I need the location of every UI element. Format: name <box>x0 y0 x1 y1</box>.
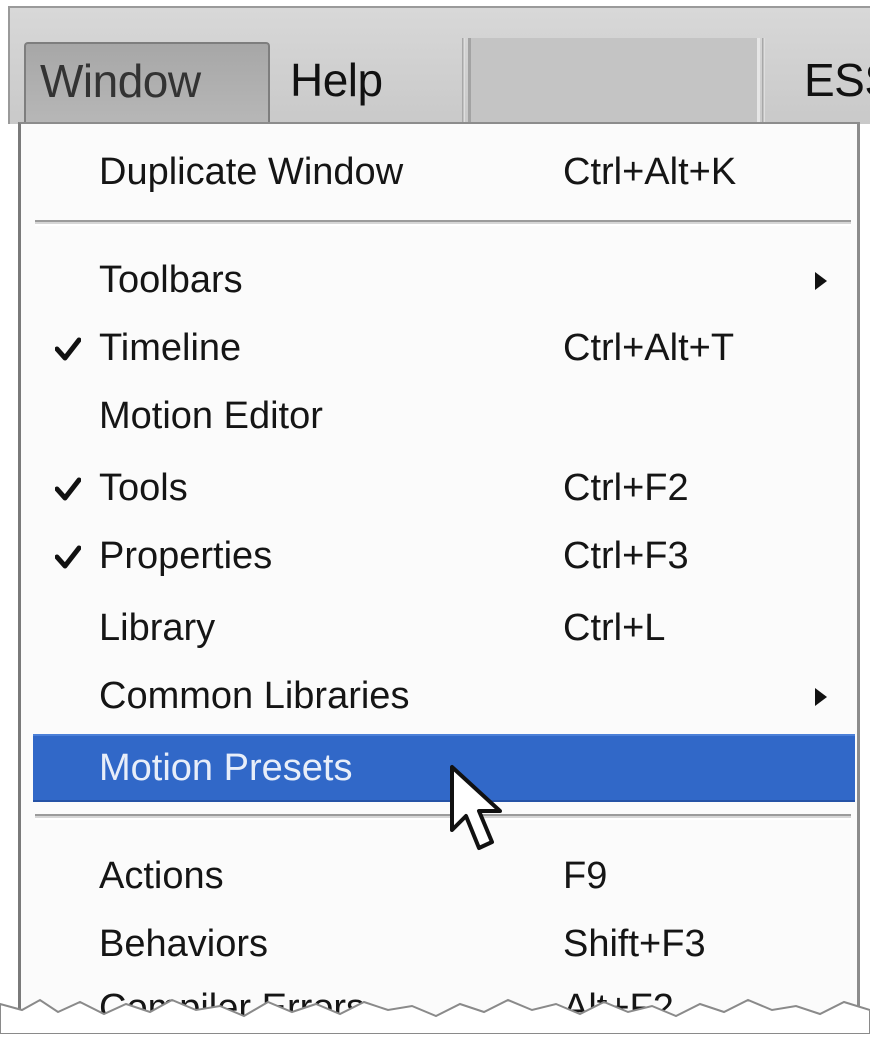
menu-item-shortcut: Shift+F3 <box>563 923 706 965</box>
menu-item-tools[interactable]: Tools Ctrl+F2 <box>21 454 857 522</box>
submenu-arrow-icon <box>815 272 827 290</box>
checkmark-icon <box>55 545 81 569</box>
menu-item-label: Tools <box>99 467 188 509</box>
checkmark-icon <box>55 337 81 361</box>
menu-item-properties[interactable]: Properties Ctrl+F3 <box>21 522 857 590</box>
menu-item-label: Motion Presets <box>99 747 353 789</box>
menu-separator <box>35 814 851 820</box>
window-menu-dropdown: Duplicate Window Ctrl+Alt+K Toolbars Tim… <box>18 122 860 1034</box>
menu-item-label: Toolbars <box>99 259 243 301</box>
menu-item-label: Library <box>99 607 216 649</box>
menu-item-actions[interactable]: Actions F9 <box>21 842 857 910</box>
menu-item-timeline[interactable]: Timeline Ctrl+Alt+T <box>21 314 857 382</box>
menu-item-shortcut: Ctrl+Alt+T <box>563 327 735 369</box>
menu-item-toolbars[interactable]: Toolbars <box>21 246 857 314</box>
menu-item-label: Timeline <box>99 327 242 369</box>
menu-item-behaviors[interactable]: Behaviors Shift+F3 <box>21 910 857 978</box>
menu-item-label: Actions <box>99 855 224 897</box>
menu-item-shortcut: Ctrl+L <box>563 607 666 649</box>
menu-item-duplicate-window[interactable]: Duplicate Window Ctrl+Alt+K <box>21 138 857 206</box>
menu-help[interactable]: Help <box>276 38 462 122</box>
menu-item-shortcut: Ctrl+F2 <box>563 467 689 509</box>
checkmark-icon <box>55 477 81 501</box>
menu-item-library[interactable]: Library Ctrl+L <box>21 594 857 662</box>
menu-item-shortcut: Ctrl+Alt+K <box>563 151 737 193</box>
menu-item-label: Behaviors <box>99 923 268 965</box>
menu-separator <box>35 220 851 226</box>
menu-bar: Window Help ESS <box>8 6 870 128</box>
menu-item-shortcut: Ctrl+F3 <box>563 535 689 577</box>
menubar-divider <box>762 38 765 128</box>
menu-item-label: Properties <box>99 535 273 577</box>
menubar-divider <box>462 38 465 128</box>
torn-edge <box>0 998 870 1034</box>
app-window: Window Help ESS Duplicate Window Ctrl+Al… <box>0 0 870 1034</box>
workspace-switcher[interactable]: ESS <box>788 38 870 122</box>
menu-item-label: Common Libraries <box>99 675 410 717</box>
menu-item-shortcut: F9 <box>563 855 608 897</box>
menu-item-motion-editor[interactable]: Motion Editor <box>21 382 857 450</box>
search-field[interactable] <box>468 38 760 128</box>
menu-item-label: Motion Editor <box>99 395 323 437</box>
menu-window[interactable]: Window <box>24 42 270 128</box>
menu-item-motion-presets[interactable]: Motion Presets <box>33 734 855 802</box>
submenu-arrow-icon <box>815 688 827 706</box>
menu-item-label: Duplicate Window <box>99 151 404 193</box>
menu-item-common-libraries[interactable]: Common Libraries <box>21 662 857 730</box>
mouse-pointer-icon <box>450 765 502 850</box>
